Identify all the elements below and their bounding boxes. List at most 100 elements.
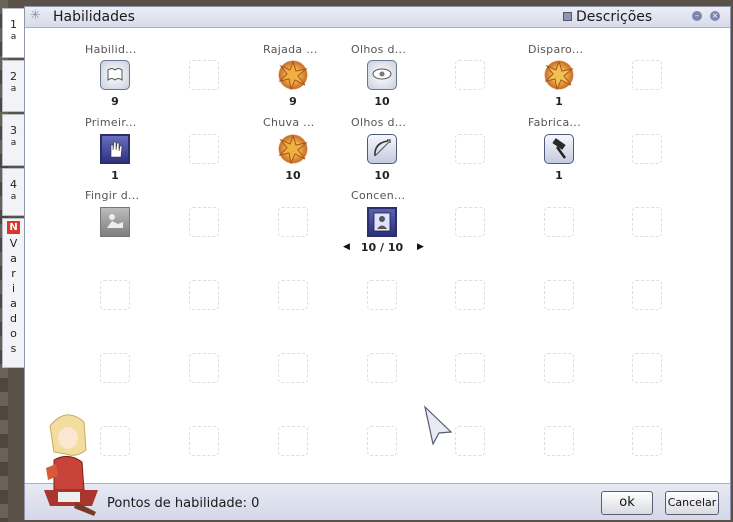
hand-icon[interactable] [100, 134, 130, 164]
empty-skill-slot [455, 134, 485, 164]
skill-name: Rajada ... [263, 43, 318, 56]
tab-1-label: 1 [10, 18, 17, 31]
skill-name: Chuva ... [263, 116, 315, 129]
skill-level: 10 [285, 169, 301, 182]
skill-name: Disparo... [528, 43, 584, 56]
empty-skill-slot [367, 280, 397, 310]
tab-2[interactable]: 2 a [2, 60, 24, 112]
empty-skill-slot [367, 353, 397, 383]
empty-skill-slot [544, 353, 574, 383]
burst-icon[interactable] [544, 60, 574, 91]
level-down-arrow[interactable]: ◀ [343, 242, 350, 252]
empty-skill-slot [278, 280, 308, 310]
tab-variados-char: s [10, 342, 17, 355]
title-bar[interactable]: ✳ Habilidades Descrições – × [25, 7, 730, 28]
tab-variados-char: i [11, 282, 16, 295]
window-title: Habilidades [53, 9, 135, 25]
skills-window: ✳ Habilidades Descrições – × Habilid... … [24, 6, 731, 520]
empty-skill-slot [544, 207, 574, 237]
close-icon[interactable]: × [710, 11, 720, 21]
tab-variados-char: o [10, 327, 17, 340]
bow-icon[interactable] [367, 134, 397, 164]
tab-variados[interactable]: N V a r i a d o s [2, 218, 24, 368]
skill-name: Olhos d... [351, 116, 407, 129]
character-sprite [36, 406, 104, 516]
empty-skill-slot [189, 134, 219, 164]
empty-skill-slot [278, 426, 308, 456]
tab-1-sup: a [10, 32, 17, 42]
empty-skill-slot [632, 207, 662, 237]
tab-3-label: 3 [10, 124, 17, 137]
empty-skill-slot [189, 207, 219, 237]
descriptions-checkbox[interactable] [563, 12, 572, 21]
empty-skill-slot [189, 60, 219, 90]
empty-skill-slot [455, 353, 485, 383]
empty-skill-slot [100, 426, 130, 456]
tab-variados-char: r [11, 267, 16, 280]
empty-skill-slot [189, 426, 219, 456]
skill-points: Pontos de habilidade: 0 [107, 496, 260, 511]
empty-skill-slot [632, 60, 662, 90]
tab-1[interactable]: 1 a [2, 8, 24, 58]
fake-icon[interactable] [100, 207, 130, 237]
skill-level: 10 [374, 169, 390, 182]
concentration-icon[interactable] [367, 207, 397, 237]
hammer-icon[interactable] [544, 134, 574, 164]
empty-skill-slot [189, 353, 219, 383]
footer-bar: Pontos de habilidade: 0 ok Cancelar [25, 483, 730, 520]
skill-level: 9 [289, 95, 297, 108]
skill-level: 10 [374, 95, 390, 108]
mouse-cursor [423, 405, 453, 449]
empty-skill-slot [632, 426, 662, 456]
cancel-button[interactable]: Cancelar [665, 491, 719, 515]
new-badge: N [7, 221, 20, 234]
empty-skill-slot [189, 280, 219, 310]
empty-skill-slot [544, 280, 574, 310]
side-tabs: 1 a 2 a 3 a 4 a N V a r i a d o s [2, 8, 24, 370]
skill-level: 10 / 10 [360, 241, 404, 254]
skill-grid: Habilid... 9 Rajada ... 9 Olhos d... 10 … [25, 28, 732, 483]
skill-name: Olhos d... [351, 43, 407, 56]
tab-3[interactable]: 3 a [2, 114, 24, 166]
skill-name: Primeir... [85, 116, 137, 129]
empty-skill-slot [278, 353, 308, 383]
empty-skill-slot [100, 353, 130, 383]
empty-skill-slot [544, 426, 574, 456]
tab-4-sup: a [10, 192, 17, 202]
skill-level: 1 [555, 169, 563, 182]
skill-name: Fingir d... [85, 189, 140, 202]
empty-skill-slot [100, 280, 130, 310]
skill-level: 1 [555, 95, 563, 108]
tab-4-label: 4 [10, 178, 17, 191]
skill-name: Fabrica... [528, 116, 581, 129]
burst-icon[interactable] [278, 134, 308, 165]
empty-skill-slot [632, 280, 662, 310]
empty-skill-slot [455, 426, 485, 456]
empty-skill-slot [455, 60, 485, 90]
empty-skill-slot [455, 280, 485, 310]
level-up-arrow[interactable]: ▶ [417, 242, 424, 252]
empty-skill-slot [455, 207, 485, 237]
sparkle-icon: ✳ [30, 8, 41, 23]
book-icon[interactable] [100, 60, 130, 90]
skill-name: Habilid... [85, 43, 137, 56]
tab-variados-char: d [10, 312, 17, 325]
tab-3-sup: a [10, 138, 17, 148]
empty-skill-slot [367, 426, 397, 456]
burst-icon[interactable] [278, 60, 308, 91]
skill-level: 9 [111, 95, 119, 108]
tab-variados-char: a [10, 252, 17, 265]
tab-2-label: 2 [10, 70, 17, 83]
empty-skill-slot [632, 353, 662, 383]
empty-skill-slot [278, 207, 308, 237]
empty-skill-slot [632, 134, 662, 164]
skill-name: Concen... [351, 189, 406, 202]
minimize-icon[interactable]: – [692, 11, 702, 21]
tab-variados-char: a [10, 297, 17, 310]
descriptions-label[interactable]: Descrições [576, 9, 652, 25]
ok-button[interactable]: ok [601, 491, 653, 515]
tab-2-sup: a [10, 84, 17, 94]
eye-icon[interactable] [367, 60, 397, 90]
tab-4[interactable]: 4 a [2, 168, 24, 216]
tab-variados-char: V [9, 237, 18, 250]
